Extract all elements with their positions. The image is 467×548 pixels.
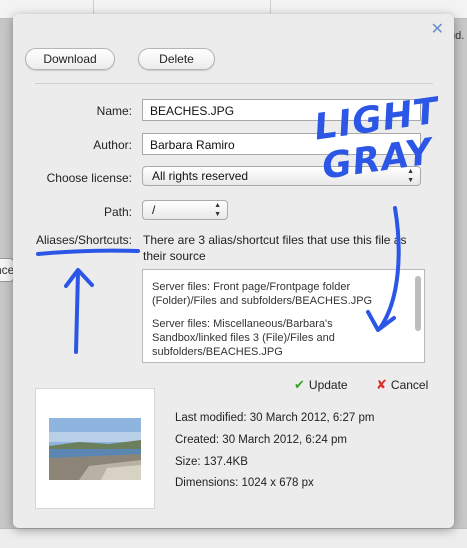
- annotation-strokes: [36, 206, 401, 354]
